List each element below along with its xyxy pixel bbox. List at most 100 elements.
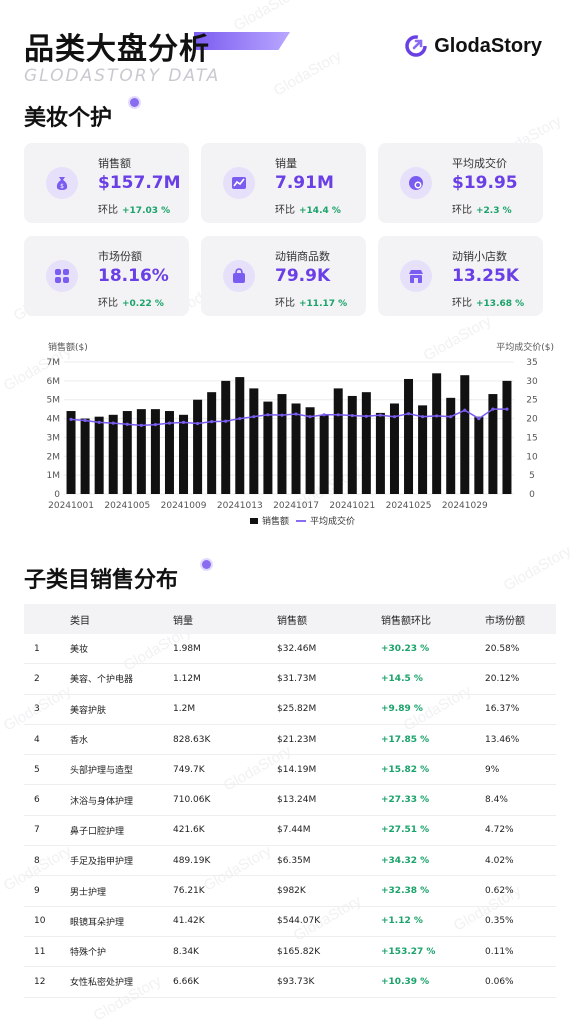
shopping-bag-icon (223, 260, 255, 292)
y-tick-label: 7M (47, 358, 61, 368)
brand-logo-icon (405, 35, 427, 57)
point-avg-price (308, 415, 312, 419)
cell-sales: $31.73M (277, 673, 317, 684)
point-avg-price (392, 415, 397, 419)
metric-card-active-products: 动销商品数 79.9K 环比 +11.17 % (201, 236, 366, 316)
metric-label: 动销小店数 (452, 250, 507, 263)
header-cell-sales: 销售额 (277, 615, 307, 627)
cell-rank: 12 (34, 976, 46, 987)
point-avg-price (463, 408, 467, 412)
point-avg-price (505, 407, 509, 411)
point-avg-price (378, 413, 383, 417)
point-avg-price (435, 414, 439, 418)
bar-sales (66, 411, 76, 494)
metric-delta: +17.03 % (122, 206, 171, 216)
metric-delta: +13.68 % (476, 299, 525, 309)
cell-sales-change: +9.89 % (381, 704, 423, 715)
cell-sales: $14.19M (277, 764, 317, 775)
cell-market-share: 0.06% (485, 976, 514, 987)
cell-category: 美容、个护电器 (70, 675, 134, 686)
cell-market-share: 8.4% (485, 795, 508, 806)
point-avg-price (195, 421, 200, 426)
table-header: 类目 销量 销售额 销售额环比 市场份额 (24, 604, 556, 634)
bar-sales (375, 412, 385, 494)
bar-sales (305, 407, 315, 494)
cell-category: 头部护理与造型 (70, 766, 134, 777)
table-row: 4 香水 828.63K $21.23M +17.85 % 13.46% (24, 725, 556, 756)
table-body: 1 美妆 1.98M $32.46M +30.23 % 20.58% 2 美容、个护电器 1.1… (24, 634, 556, 998)
metric-delta-label: 环比 (275, 205, 295, 216)
point-avg-price (238, 416, 242, 421)
cell-volume: 6.66K (173, 976, 199, 987)
cell-rank: 1 (34, 643, 40, 654)
bar-sales (502, 380, 512, 494)
table-row: 1 美妆 1.98M $32.46M +30.23 % 20.58% (24, 634, 556, 665)
bar-sales (108, 414, 118, 494)
brand-name: GlodaStory (434, 34, 542, 57)
metric-card-sales: $ 销售额 $157.7M 环比 +17.03 % (24, 143, 189, 223)
metric-value: 13.25K (452, 266, 519, 286)
metric-label: 销量 (275, 157, 297, 170)
x-tick-label: 20241017 (273, 501, 319, 511)
y-tick-label: 3M (47, 433, 61, 443)
point-avg-price (477, 416, 481, 421)
cell-market-share: 20.58% (485, 643, 520, 654)
cell-rank: 6 (34, 795, 40, 806)
table-row: 8 手足及指甲护理 489.19K $6.35M +34.32 % 4.02% (24, 846, 556, 877)
cell-sales: $544.07K (277, 916, 321, 927)
cell-sales-change: +32.38 % (381, 886, 430, 897)
point-avg-price (420, 415, 425, 419)
legend-label-avg-price: 平均成交价 (310, 515, 355, 527)
money-bag-icon: $ (46, 167, 78, 199)
bar-sales (94, 416, 104, 494)
y-tick-label: 2M (47, 452, 61, 462)
section-title-subcategory: 子类目销售分布 (24, 568, 179, 593)
metric-delta: +2.3 % (476, 206, 512, 216)
cell-category: 美容护肤 (70, 705, 107, 716)
point-avg-price (224, 419, 228, 423)
metric-delta: +11.17 % (299, 299, 348, 309)
cell-sales: $25.82M (277, 704, 317, 715)
point-avg-price (350, 413, 354, 418)
cell-category: 鼻子口腔护理 (70, 826, 125, 837)
bar-sales (221, 380, 231, 494)
point-avg-price (252, 415, 256, 419)
cell-sales-change: +1.12 % (381, 916, 423, 927)
point-avg-price (449, 415, 453, 419)
metric-delta-row: 环比 +14.4 % (275, 201, 341, 216)
metric-delta-row: 环比 +0.22 % (98, 294, 164, 309)
metric-delta: +14.4 % (299, 206, 341, 216)
cell-volume: 1.98M (173, 643, 201, 654)
metric-card-active-stores: 动销小店数 13.25K 环比 +13.68 % (378, 236, 543, 316)
cell-market-share: 4.02% (485, 855, 514, 866)
cell-volume: 749.7K (173, 764, 205, 775)
y-tick-label: 1M (47, 471, 61, 481)
bar-sales (333, 388, 343, 494)
cell-volume: 76.21K (173, 886, 205, 897)
bar-sales (179, 414, 189, 494)
cell-volume: 489.19K (173, 855, 211, 866)
bar-sales (207, 392, 217, 494)
point-avg-price (322, 413, 326, 417)
bar-sales (432, 373, 442, 494)
cell-category: 香水 (70, 736, 89, 747)
x-tick-label: 20241009 (161, 501, 207, 511)
metric-delta: +0.22 % (122, 299, 164, 309)
trend-chart-icon (223, 167, 255, 199)
cell-sales: $32.46M (277, 643, 317, 654)
x-tick-label: 20241025 (386, 501, 432, 511)
point-avg-price (294, 412, 298, 416)
section-title-beauty: 美妆个护 (24, 106, 113, 131)
y2-tick-label: 25 (526, 396, 537, 406)
metric-delta-label: 环比 (452, 205, 472, 216)
point-avg-price (364, 414, 368, 418)
bar-sales (80, 418, 90, 494)
bar-sales (249, 388, 259, 494)
cell-market-share: 13.46% (485, 734, 520, 745)
cell-sales-change: +10.39 % (381, 976, 430, 987)
cell-rank: 5 (34, 764, 40, 775)
metric-value: $157.7M (98, 173, 181, 193)
table-row: 9 男士护理 76.21K $982K +32.38 % 0.62% (24, 876, 556, 907)
cell-sales-change: +34.32 % (381, 855, 430, 866)
metric-delta-row: 环比 +2.3 % (452, 201, 512, 216)
